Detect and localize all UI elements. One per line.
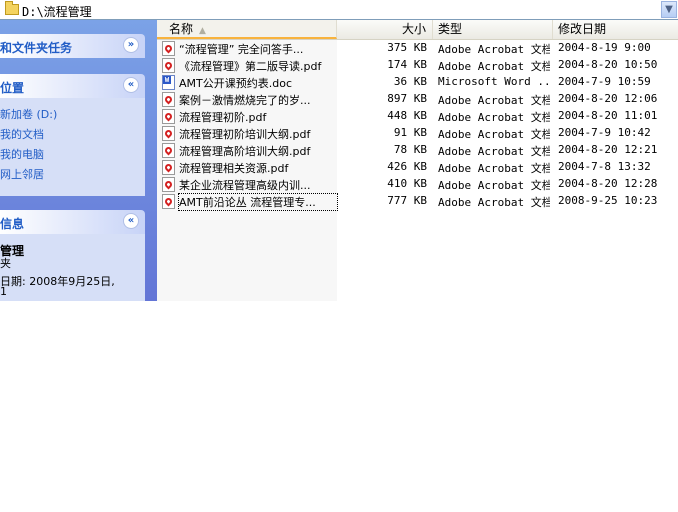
file-size: 448 KB: [387, 109, 427, 122]
address-path[interactable]: D:\流程管理: [22, 3, 92, 20]
task-pane: 和文件夹任务 » 位置 « 新加卷 (D:) 我的文档 我的电脑 网上邻居 信息…: [0, 20, 157, 301]
column-type-label: 类型: [438, 22, 463, 36]
file-modified: 2004-7-9 10:42: [558, 126, 651, 139]
column-size-label: 大小: [401, 22, 426, 36]
details-kind: 夹: [0, 257, 11, 270]
file-modified: 2004-8-20 12:21: [558, 143, 658, 156]
other-places-panel: 新加卷 (D:) 我的文档 我的电脑 网上邻居: [0, 98, 145, 196]
file-type: Adobe Acrobat 文档: [438, 128, 550, 141]
pdf-file-icon: [162, 143, 175, 158]
file-type: Adobe Acrobat 文档: [438, 179, 550, 192]
place-link-my-computer[interactable]: 我的电脑: [0, 146, 44, 162]
file-type: Adobe Acrobat 文档: [438, 196, 550, 209]
column-header-type[interactable]: 类型: [433, 20, 553, 39]
file-size: 897 KB: [387, 92, 427, 105]
details-panel: 管理 夹 日期: 2008年9月25日, 1: [0, 234, 145, 301]
address-bar[interactable]: D:\流程管理 ▼: [0, 0, 678, 20]
file-modified: 2004-8-20 11:01: [558, 109, 658, 122]
details-modified: 日期: 2008年9月25日,: [0, 275, 115, 288]
address-dropdown-button[interactable]: ▼: [661, 1, 677, 18]
file-type: Adobe Acrobat 文档: [438, 43, 550, 56]
file-list[interactable]: 名称 ▲ 大小 类型 修改日期 “流程管理” 完全问答手... 375 KB Adob…: [157, 20, 678, 512]
file-row[interactable]: 案例－激情燃烧完了的岁... 897 KB Adobe Acrobat 文档 2004…: [157, 91, 678, 108]
collapse-chevron-icon[interactable]: «: [123, 77, 139, 93]
file-name[interactable]: 流程管理初阶.pdf: [179, 109, 337, 125]
pdf-file-icon: [162, 194, 175, 209]
file-name[interactable]: 案例－激情燃烧完了的岁...: [179, 92, 337, 108]
file-size: 78 KB: [393, 143, 427, 156]
file-modified: 2008-9-25 10:23: [558, 194, 658, 207]
column-header-name[interactable]: 名称 ▲: [157, 20, 337, 39]
file-row[interactable]: AMT前沿论丛 流程管理专... 777 KB Adobe Acrobat 文档 20…: [157, 193, 678, 211]
details-header[interactable]: 信息 «: [0, 210, 145, 234]
file-size: 375 KB: [387, 41, 427, 54]
file-modified: 2004-8-20 12:06: [558, 92, 658, 105]
file-name[interactable]: 流程管理高阶培训大纲.pdf: [179, 143, 337, 159]
file-type: Adobe Acrobat 文档: [438, 60, 550, 73]
expand-chevron-icon[interactable]: »: [123, 37, 139, 53]
file-row[interactable]: AMT公开课预约表.doc 36 KB Microsoft Word ... 2004…: [157, 74, 678, 91]
column-header-modified[interactable]: 修改日期: [553, 20, 678, 39]
file-row[interactable]: 《流程管理》第二版导读.pdf 174 KB Adobe Acrobat 文档 200…: [157, 57, 678, 74]
collapse-chevron-icon[interactable]: «: [123, 213, 139, 229]
file-name[interactable]: “流程管理” 完全问答手...: [179, 41, 337, 57]
file-size: 36 KB: [393, 75, 427, 88]
file-row[interactable]: 某企业流程管理高级内训... 410 KB Adobe Acrobat 文档 2004…: [157, 176, 678, 193]
file-name[interactable]: AMT前沿论丛 流程管理专...: [178, 193, 338, 211]
file-modified: 2004-8-20 12:28: [558, 177, 658, 190]
file-row[interactable]: 流程管理相关资源.pdf 426 KB Adobe Acrobat 文档 2004-7…: [157, 159, 678, 176]
pdf-file-icon: [162, 177, 175, 192]
place-link-my-documents[interactable]: 我的文档: [0, 126, 44, 142]
column-header-bar: 名称 ▲ 大小 类型 修改日期: [157, 20, 678, 40]
file-name[interactable]: 某企业流程管理高级内训...: [179, 177, 337, 193]
file-name[interactable]: 流程管理初阶培训大纲.pdf: [179, 126, 337, 142]
file-modified: 2004-8-20 10:50: [558, 58, 658, 71]
file-modified: 2004-8-19 9:00: [558, 41, 651, 54]
file-type: Adobe Acrobat 文档: [438, 145, 550, 158]
file-size: 777 KB: [387, 194, 427, 207]
file-size: 410 KB: [387, 177, 427, 190]
file-type: Adobe Acrobat 文档: [438, 111, 550, 124]
word-doc-icon: [162, 75, 175, 90]
file-size: 174 KB: [387, 58, 427, 71]
file-row[interactable]: “流程管理” 完全问答手... 375 KB Adobe Acrobat 文档 200…: [157, 40, 678, 57]
file-folder-tasks-header[interactable]: 和文件夹任务 »: [0, 34, 145, 58]
pdf-file-icon: [162, 160, 175, 175]
file-row[interactable]: 流程管理初阶.pdf 448 KB Adobe Acrobat 文档 2004-8-2…: [157, 108, 678, 125]
file-name[interactable]: 流程管理相关资源.pdf: [179, 160, 337, 176]
details-title: 信息: [0, 217, 25, 231]
file-name[interactable]: 《流程管理》第二版导读.pdf: [179, 58, 337, 74]
file-row[interactable]: 流程管理高阶培训大纲.pdf 78 KB Adobe Acrobat 文档 2004-…: [157, 142, 678, 159]
place-link-network[interactable]: 网上邻居: [0, 166, 44, 182]
file-type: Adobe Acrobat 文档: [438, 162, 550, 175]
file-folder-tasks-title: 和文件夹任务: [0, 41, 73, 55]
file-modified: 2004-7-9 10:59: [558, 75, 651, 88]
file-size: 426 KB: [387, 160, 427, 173]
details-extra: 1: [0, 285, 7, 298]
file-row[interactable]: 流程管理初阶培训大纲.pdf 91 KB Adobe Acrobat 文档 2004-…: [157, 125, 678, 142]
column-name-label: 名称: [169, 22, 194, 36]
file-name[interactable]: AMT公开课预约表.doc: [179, 75, 337, 91]
other-places-title: 位置: [0, 81, 25, 95]
file-type: Adobe Acrobat 文档: [438, 94, 550, 107]
sort-ascending-icon: ▲: [199, 26, 206, 36]
place-link-drive-d[interactable]: 新加卷 (D:): [0, 106, 57, 122]
column-header-size[interactable]: 大小: [337, 20, 433, 39]
other-places-header[interactable]: 位置 «: [0, 74, 145, 98]
pdf-file-icon: [162, 126, 175, 141]
file-modified: 2004-7-8 13:32: [558, 160, 651, 173]
column-modified-label: 修改日期: [558, 22, 607, 36]
folder-icon: [5, 1, 19, 15]
pdf-file-icon: [162, 92, 175, 107]
file-type: Microsoft Word ...: [438, 75, 550, 88]
pdf-file-icon: [162, 58, 175, 73]
file-size: 91 KB: [393, 126, 427, 139]
pdf-file-icon: [162, 109, 175, 124]
pdf-file-icon: [162, 41, 175, 56]
